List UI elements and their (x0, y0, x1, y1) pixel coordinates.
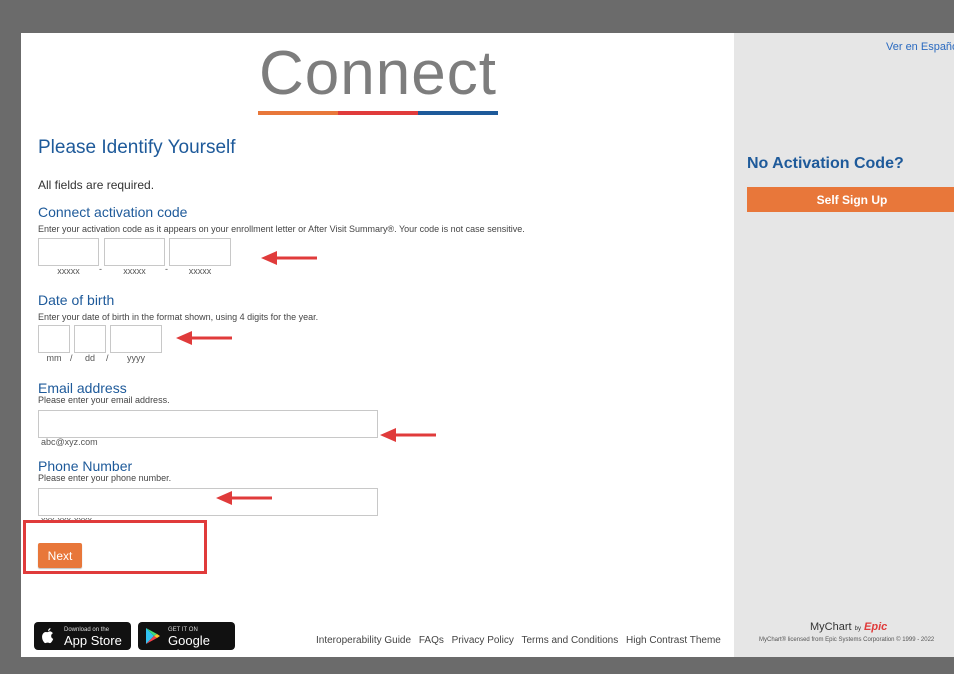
phone-label: Phone Number (38, 458, 133, 474)
footer-link-privacy[interactable]: Privacy Policy (452, 635, 514, 646)
phone-help: Please enter your phone number. (38, 473, 172, 483)
email-help: Please enter your email address. (38, 395, 170, 405)
footer-link-terms[interactable]: Terms and Conditions (522, 635, 619, 646)
next-button[interactable]: Next (38, 543, 82, 568)
activation-hint-3: xxxxx (188, 266, 212, 276)
footer-link-high-contrast[interactable]: High Contrast Theme (626, 635, 721, 646)
google-play-badge[interactable]: GET IT ON Google Play (138, 622, 235, 657)
sidebar: Ver en Español No Activation Code? Self … (734, 33, 954, 657)
activation-label: Connect activation code (38, 204, 188, 220)
app-store-big-text: App Store (64, 633, 122, 648)
dob-hint-month: mm (46, 353, 62, 363)
footer-links: Interoperability Guide FAQs Privacy Poli… (316, 635, 726, 646)
activation-separator-2: - (165, 264, 168, 274)
dob-separator-2: / (106, 353, 109, 363)
card: Connect Please Identify Yourself All fie… (21, 33, 954, 657)
dob-year-input[interactable] (110, 325, 162, 353)
activation-code-part-2[interactable] (104, 238, 165, 266)
email-hint: abc@xyz.com (41, 437, 98, 447)
self-sign-up-button[interactable]: Self Sign Up (747, 187, 954, 212)
connect-logo: Connect (258, 39, 498, 115)
activation-hint-2: xxxxx (123, 266, 146, 276)
dob-hint-year: yyyy (127, 353, 145, 363)
activation-hint-1: xxxxx (57, 266, 80, 276)
activation-code-part-3[interactable] (169, 238, 231, 266)
activation-code-part-1[interactable] (38, 238, 99, 266)
brand-mychart: MyChart (810, 621, 852, 633)
logo-bar-orange (258, 111, 338, 115)
dob-hint-day: dd (84, 353, 95, 363)
brand-by: by (854, 626, 861, 632)
dob-separator-1: / (70, 353, 73, 363)
phone-input[interactable] (38, 488, 378, 516)
dob-help: Enter your date of birth in the format s… (38, 312, 319, 322)
main-panel: Connect Please Identify Yourself All fie… (21, 33, 734, 657)
dob-day-input[interactable] (74, 325, 106, 353)
dob-month-input[interactable] (38, 325, 70, 353)
activation-separator-1: - (99, 264, 102, 274)
footer-link-faqs[interactable]: FAQs (419, 635, 444, 646)
activation-help: Enter your activation code as it appears… (38, 224, 525, 234)
app-store-badge[interactable]: Download on the App Store (34, 622, 131, 650)
language-link[interactable]: Ver en Español (886, 41, 954, 53)
dob-label: Date of birth (38, 292, 115, 308)
annotation-arrow-email (378, 427, 436, 443)
annotation-arrow-dob (174, 330, 232, 346)
email-label: Email address (38, 380, 127, 396)
footer-link-interoperability[interactable]: Interoperability Guide (316, 635, 411, 646)
mychart-epic-logo: MyChart by Epic (810, 621, 887, 633)
logo-bar-blue (418, 111, 498, 115)
google-play-big-text: Google Play (168, 633, 210, 658)
annotation-arrow-phone (214, 490, 272, 506)
page-title: Please Identify Yourself (38, 137, 236, 158)
brand-epic: Epic (864, 621, 888, 633)
apple-icon (41, 626, 55, 649)
logo-bar-red (338, 111, 418, 115)
annotation-arrow-activation (259, 250, 317, 266)
required-note: All fields are required. (38, 178, 155, 192)
license-text: MyChart® licensed from Epic Systems Corp… (759, 637, 935, 643)
no-activation-heading: No Activation Code? (747, 155, 904, 172)
logo-text: Connect (259, 39, 497, 108)
email-input[interactable] (38, 410, 378, 438)
google-play-icon (145, 627, 161, 650)
